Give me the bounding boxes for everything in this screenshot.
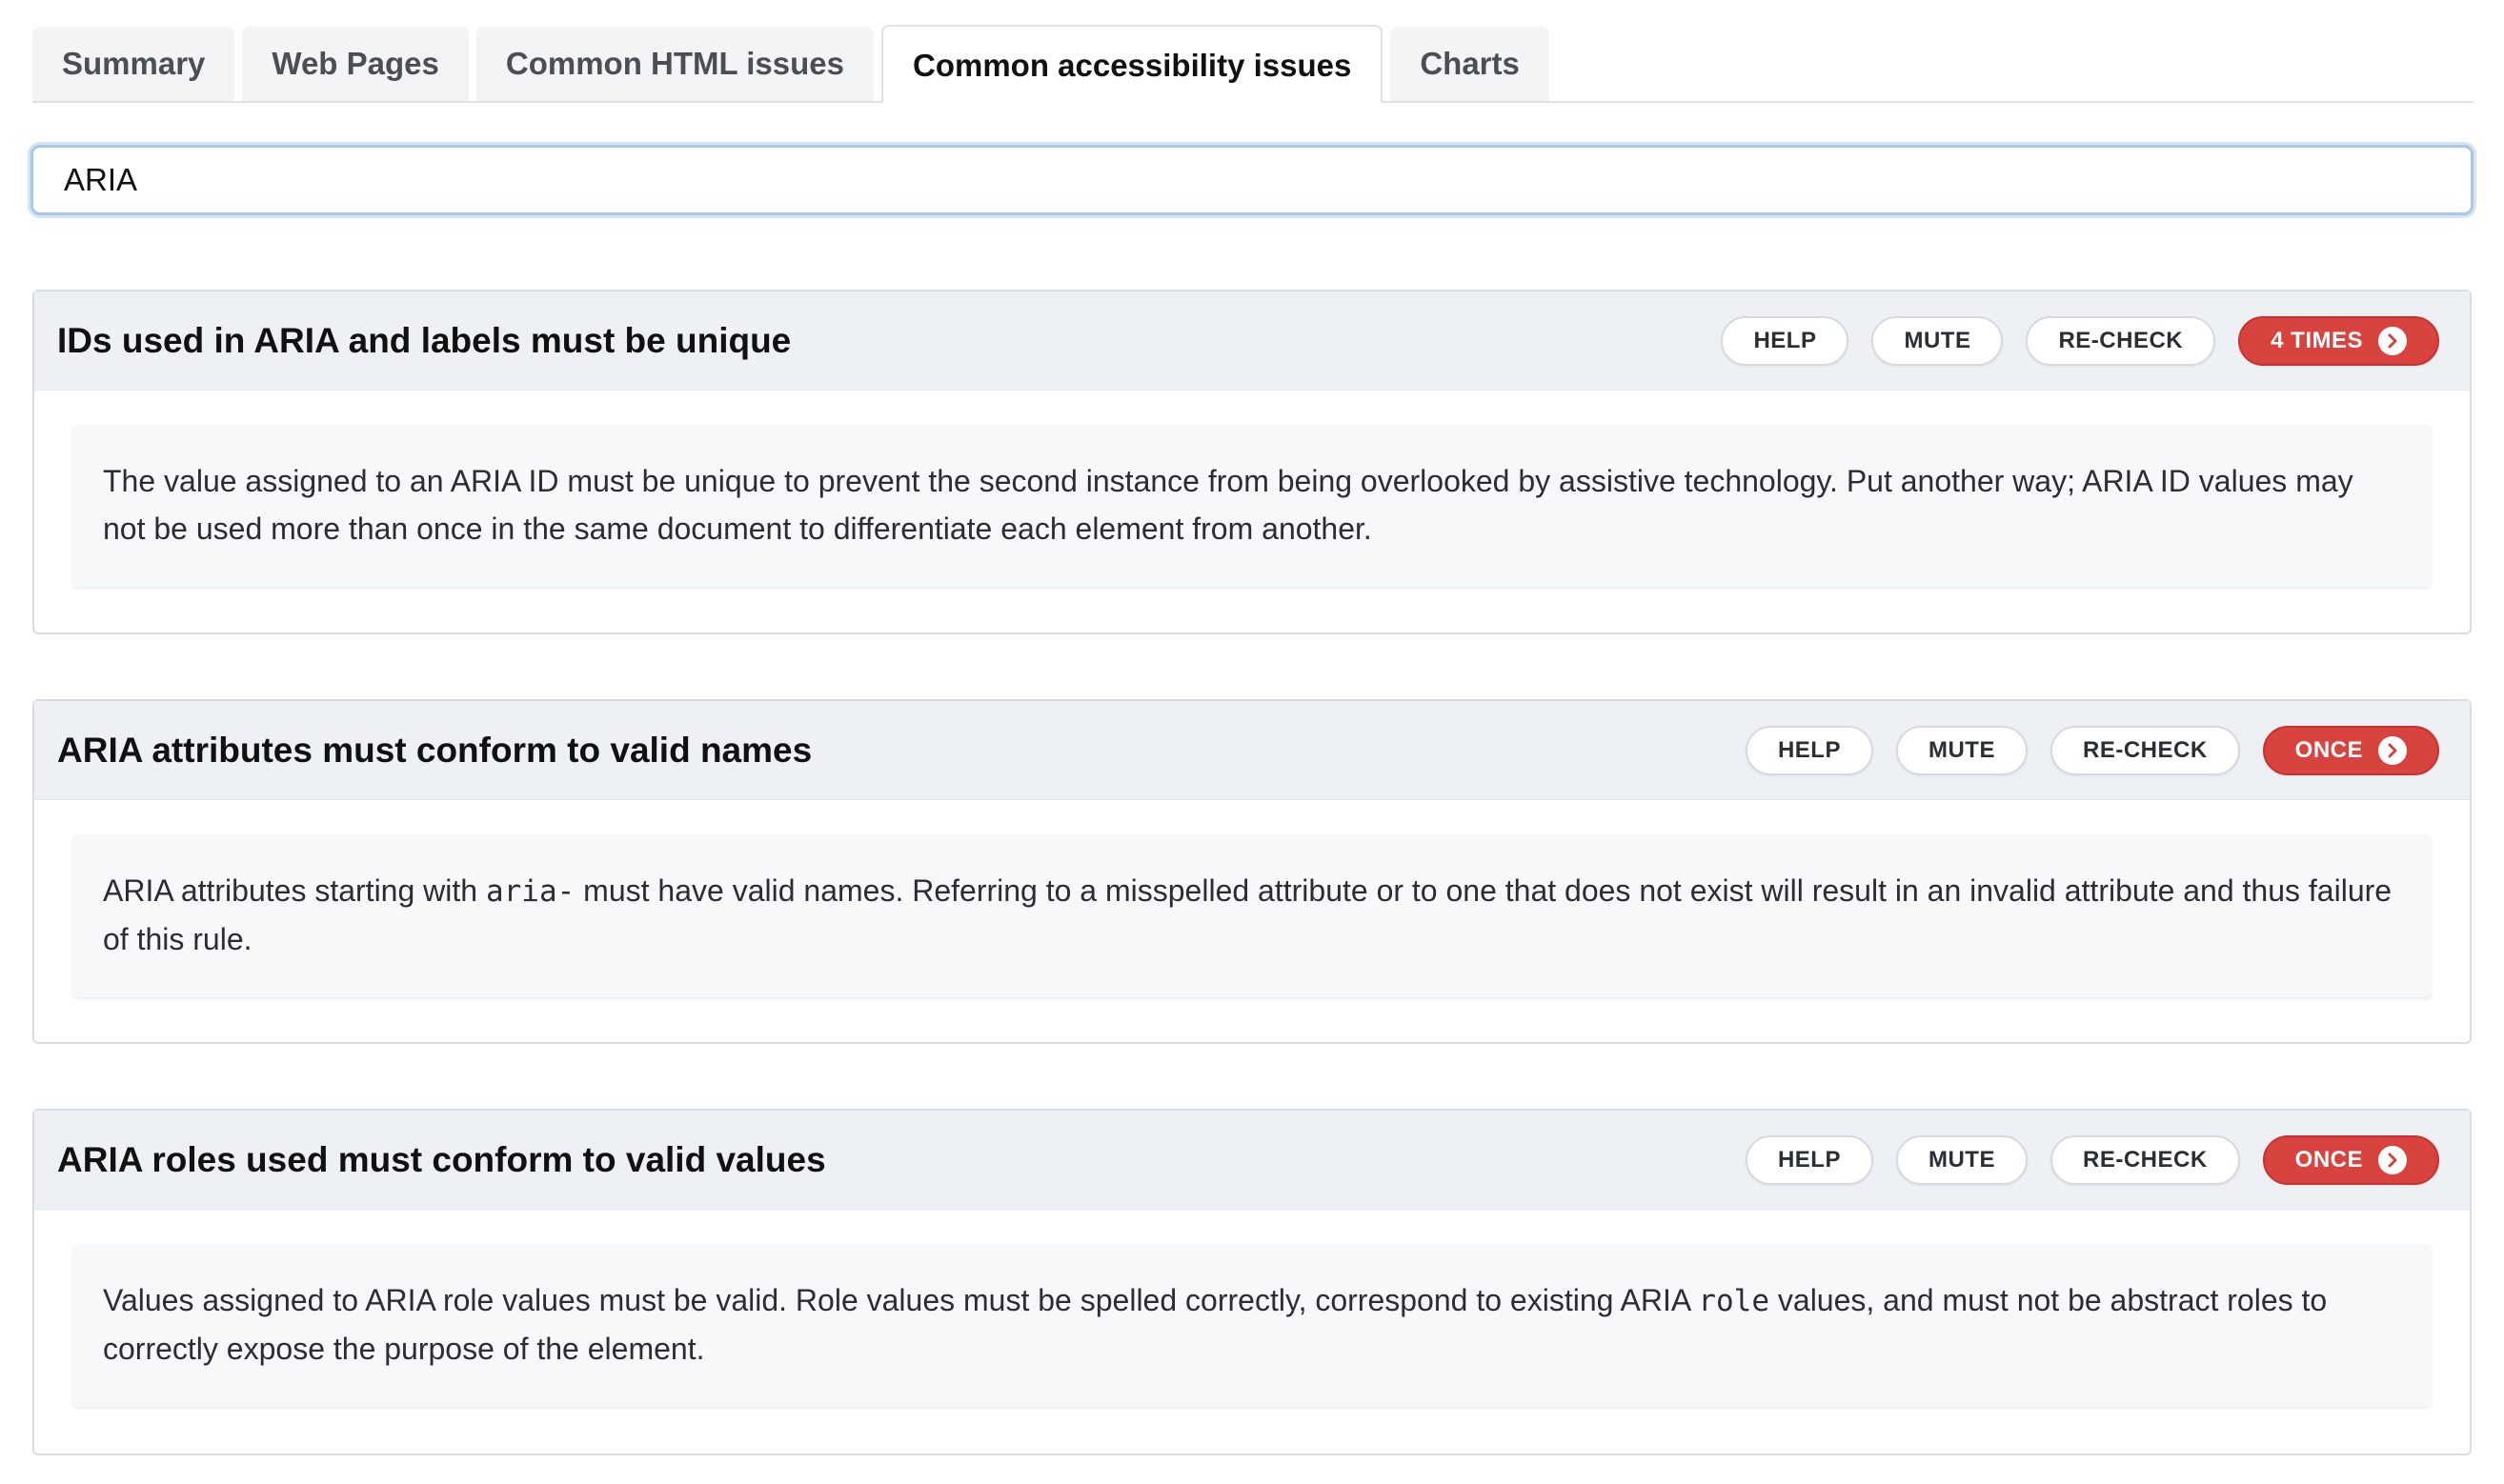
issue-description: ARIA attributes starting with aria- must… <box>72 834 2432 997</box>
occurrences-button[interactable]: 4 TIMES <box>2238 315 2439 366</box>
issue-title: IDs used in ARIA and labels must be uniq… <box>57 320 792 360</box>
mute-button[interactable]: MUTE <box>1871 315 2004 366</box>
occurrences-button[interactable]: ONCE <box>2262 1134 2439 1185</box>
tab-common-html-issues[interactable]: Common HTML issues <box>475 27 874 101</box>
inline-code: role <box>1698 1284 1769 1318</box>
occurrences-label: ONCE <box>2294 736 2363 763</box>
issue-description: Values assigned to ARIA role values must… <box>72 1244 2432 1407</box>
help-button[interactable]: HELP <box>1721 315 1849 366</box>
help-button[interactable]: HELP <box>1745 1134 1873 1185</box>
chevron-right-icon <box>2378 735 2407 765</box>
chevron-right-icon <box>2378 1145 2407 1174</box>
tab-bar: Summary Web Pages Common HTML issues Com… <box>32 25 2474 103</box>
inline-code: aria- <box>485 874 576 909</box>
issue-header: ARIA roles used must conform to valid va… <box>34 1111 2470 1210</box>
issue-card: IDs used in ARIA and labels must be uniq… <box>32 290 2472 634</box>
tab-web-pages[interactable]: Web Pages <box>242 27 469 101</box>
issue-header: ARIA attributes must conform to valid na… <box>34 701 2470 800</box>
chevron-right-icon <box>2378 326 2407 355</box>
issue-actions: HELP MUTE RE-CHECK 4 TIMES <box>1698 315 2439 366</box>
help-button[interactable]: HELP <box>1745 725 1873 775</box>
issue-body: The value assigned to an ARIA ID must be… <box>34 391 2470 640</box>
issue-description-text: Values assigned to ARIA role values must… <box>103 1283 1699 1317</box>
issue-description-text: The value assigned to an ARIA ID must be… <box>103 464 2353 546</box>
recheck-button[interactable]: RE-CHECK <box>2050 725 2240 775</box>
issue-header: IDs used in ARIA and labels must be uniq… <box>34 291 2470 391</box>
mute-button[interactable]: MUTE <box>1895 725 2028 775</box>
search-input[interactable] <box>30 145 2474 215</box>
issue-body: ARIA attributes starting with aria- must… <box>34 800 2470 1051</box>
report-page: Summary Web Pages Common HTML issues Com… <box>0 0 2504 1484</box>
issue-card: ARIA roles used must conform to valid va… <box>32 1109 2472 1455</box>
tab-summary[interactable]: Summary <box>32 27 235 101</box>
issue-actions: HELP MUTE RE-CHECK ONCE <box>1723 725 2439 775</box>
mute-button[interactable]: MUTE <box>1895 1134 2028 1185</box>
occurrences-button[interactable]: ONCE <box>2262 725 2439 775</box>
recheck-button[interactable]: RE-CHECK <box>2026 315 2216 366</box>
occurrences-label: ONCE <box>2294 1146 2363 1173</box>
recheck-button[interactable]: RE-CHECK <box>2050 1134 2240 1185</box>
issue-title: ARIA roles used must conform to valid va… <box>57 1139 826 1179</box>
issue-card: ARIA attributes must conform to valid na… <box>32 699 2472 1044</box>
issue-description-text: ARIA attributes starting with <box>103 873 486 908</box>
issue-actions: HELP MUTE RE-CHECK ONCE <box>1723 1134 2439 1185</box>
issue-body: Values assigned to ARIA role values must… <box>34 1210 2470 1460</box>
tab-common-accessibility-issues[interactable]: Common accessibility issues <box>880 25 1383 103</box>
issue-description: The value assigned to an ARIA ID must be… <box>72 425 2432 587</box>
tab-charts[interactable]: Charts <box>1390 27 1549 101</box>
issue-title: ARIA attributes must conform to valid na… <box>57 730 813 770</box>
occurrences-label: 4 TIMES <box>2271 327 2363 353</box>
